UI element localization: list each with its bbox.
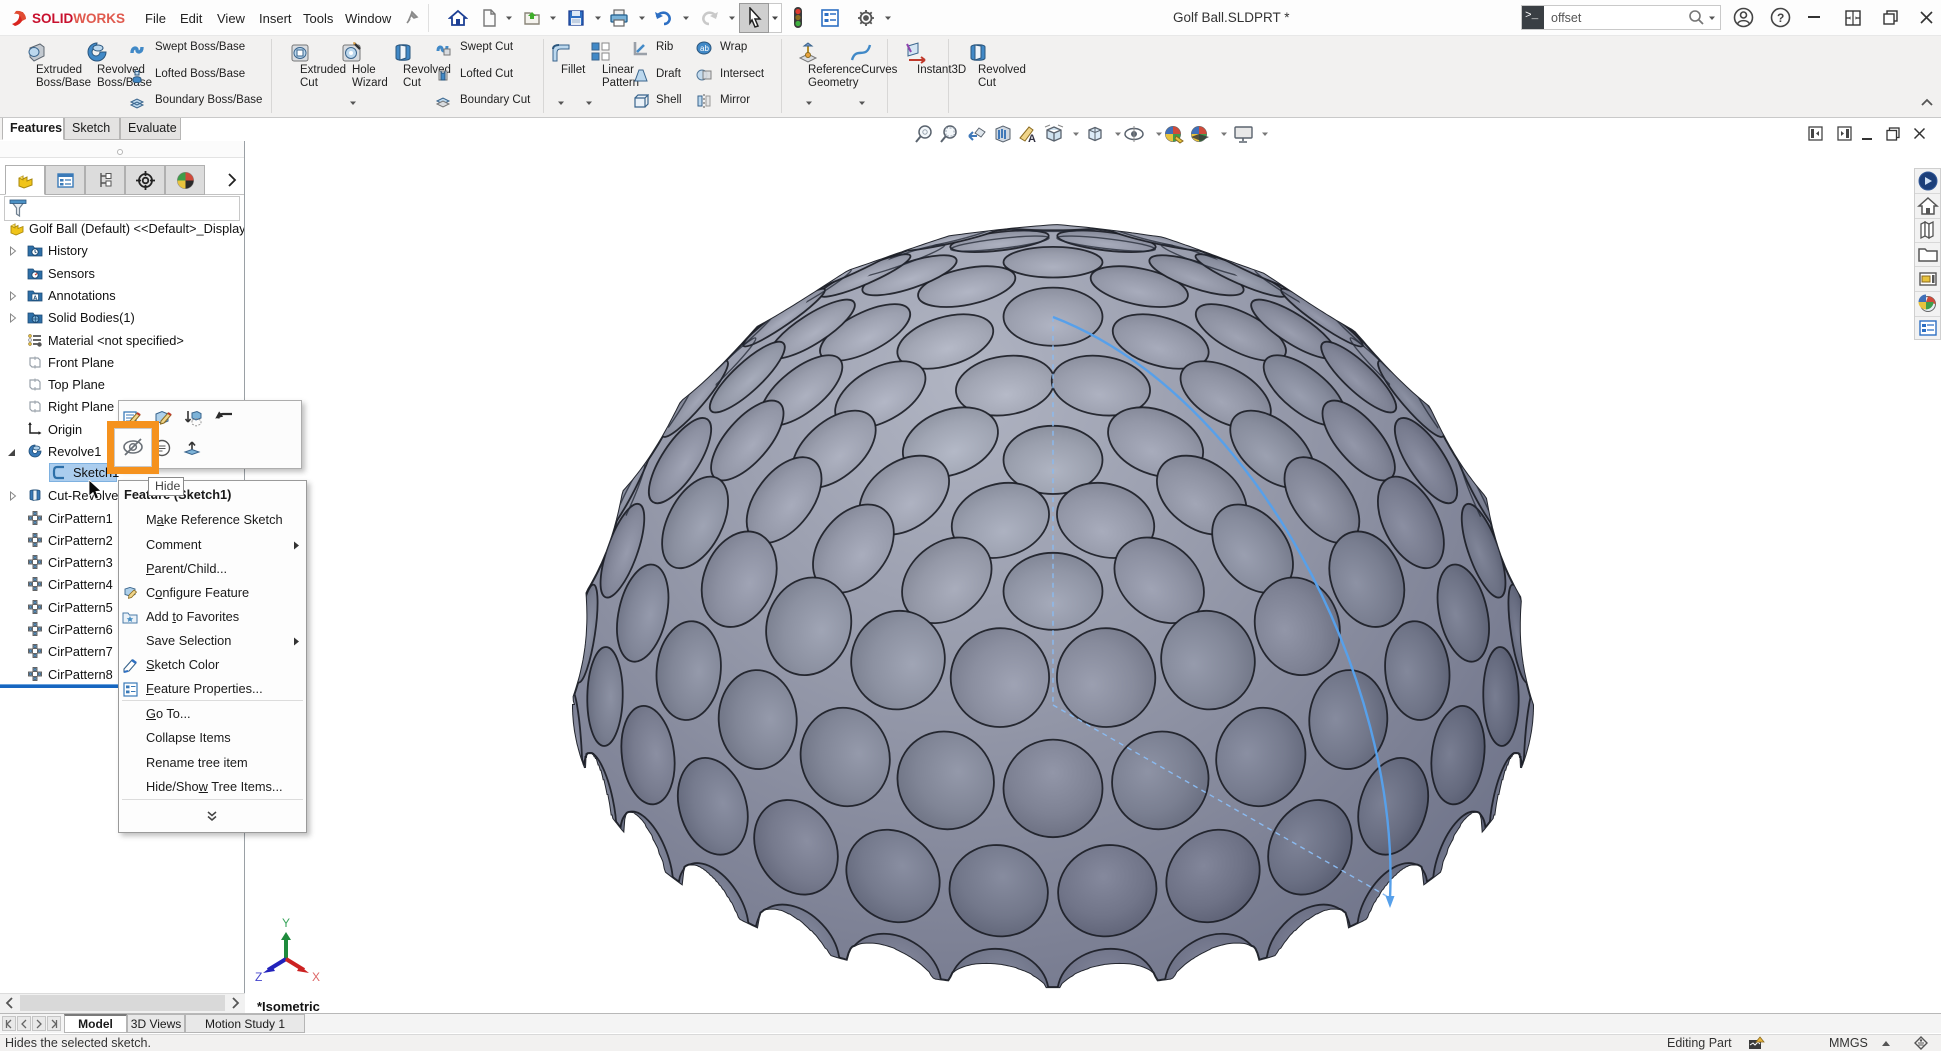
svg-text:X: X xyxy=(312,970,320,984)
svg-text:Y: Y xyxy=(282,916,290,930)
svg-text:A: A xyxy=(1028,133,1036,144)
svg-text:?: ? xyxy=(1777,11,1784,25)
svg-text:SOLIDWORKS: SOLIDWORKS xyxy=(32,11,125,26)
svg-text:ab: ab xyxy=(700,44,709,53)
svg-text:A: A xyxy=(33,295,37,301)
svg-text:Z: Z xyxy=(255,970,262,984)
